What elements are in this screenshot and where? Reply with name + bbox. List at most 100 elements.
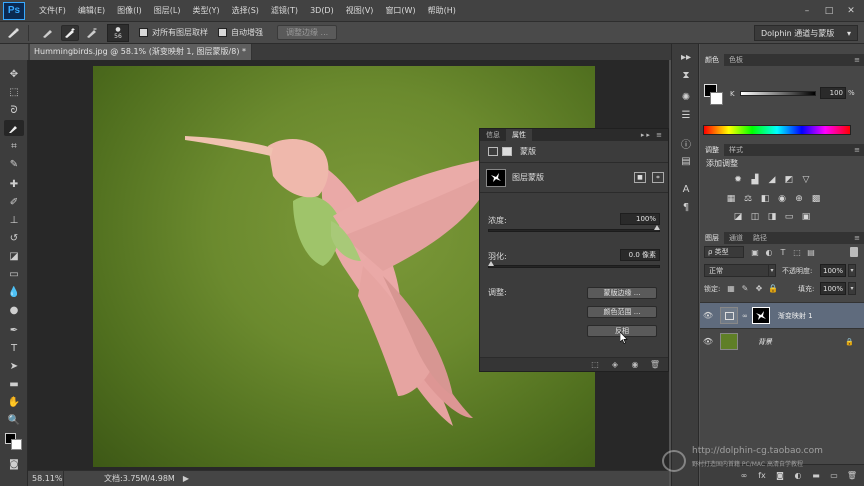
invert-adjustment-icon[interactable]: ◪ <box>732 212 744 222</box>
layer-row-gradient-map[interactable]: 👁 ∞ 渐变映射 1 <box>700 302 864 328</box>
k-channel-input[interactable]: 100 <box>820 87 846 99</box>
document-tab[interactable]: Hummingbirds.jpg @ 58.1% (渐变映射 1, 图层蒙版/8… <box>30 44 252 60</box>
zoom-level[interactable]: 58.11% <box>28 470 64 486</box>
apply-mask-icon[interactable]: ◈ <box>608 360 622 369</box>
new-selection-brush-icon[interactable] <box>39 25 57 41</box>
layer-name[interactable]: 渐变映射 1 <box>778 311 813 321</box>
color-spectrum-bar[interactable] <box>703 125 851 135</box>
quick-selection-tool-icon[interactable] <box>4 120 24 136</box>
hand-tool-icon[interactable]: ✋ <box>4 394 24 410</box>
actions-icon[interactable]: ✺ <box>678 90 694 104</box>
brush-presets-icon[interactable]: ☰ <box>678 108 694 122</box>
visibility-eye-icon[interactable]: 👁 <box>700 311 716 320</box>
healing-brush-tool-icon[interactable]: ✚ <box>4 176 24 192</box>
move-tool-icon[interactable]: ✥ <box>4 66 24 82</box>
menu-window[interactable]: 窗口(W) <box>379 0 421 22</box>
delete-trash-icon[interactable]: 🗑 <box>648 360 662 369</box>
feather-slider[interactable] <box>488 265 660 268</box>
hue-saturation-icon[interactable]: ▦ <box>725 194 737 204</box>
path-selection-tool-icon[interactable]: ➤ <box>4 358 24 374</box>
eyedropper-tool-icon[interactable]: ✎ <box>4 156 24 172</box>
gradient-map-icon[interactable]: ▭ <box>783 212 795 222</box>
density-slider[interactable] <box>488 229 660 232</box>
lock-all-icon[interactable]: 🔒 <box>768 283 778 293</box>
lock-image-icon[interactable]: ✎ <box>740 283 750 293</box>
workspace-switcher[interactable]: Dolphin 通道与蒙版 ▾ <box>754 24 858 41</box>
lasso-tool-icon[interactable]: ᘐ <box>4 102 24 118</box>
filter-shape-icon[interactable]: ⬚ <box>792 247 802 257</box>
chevron-down-icon[interactable]: ▾ <box>848 264 856 277</box>
lock-transparent-icon[interactable]: ▦ <box>726 283 736 293</box>
collapse-icon[interactable]: ▸▸ <box>678 50 694 64</box>
feather-slider-handle[interactable] <box>488 261 494 266</box>
quick-mask-icon[interactable]: ◙ <box>4 456 24 472</box>
k-channel-slider[interactable] <box>740 91 816 96</box>
dodge-tool-icon[interactable]: ● <box>4 302 24 318</box>
menu-select[interactable]: 选择(S) <box>226 0 265 22</box>
eraser-tool-icon[interactable]: ◪ <box>4 248 24 264</box>
chevron-down-icon[interactable]: ▾ <box>848 282 856 295</box>
shape-tool-icon[interactable]: ▬ <box>4 376 24 392</box>
quick-select-preset-icon[interactable] <box>4 25 22 41</box>
menu-view[interactable]: 视图(V) <box>340 0 380 22</box>
opacity-input[interactable]: 100% <box>820 264 846 277</box>
add-to-selection-brush-icon[interactable] <box>61 24 79 41</box>
channel-mixer-icon[interactable]: ⊕ <box>793 194 805 204</box>
marquee-tool-icon[interactable]: ⬚ <box>4 84 24 100</box>
crop-tool-icon[interactable]: ⌗ <box>4 138 24 154</box>
brush-tool-icon[interactable]: ✐ <box>4 194 24 210</box>
paragraph-icon[interactable]: ¶ <box>678 200 694 214</box>
layer-name[interactable]: 背景 <box>758 337 772 347</box>
tab-properties[interactable]: 属性 <box>506 129 532 141</box>
menu-3d[interactable]: 3D(D) <box>304 0 340 22</box>
filter-smart-object-icon[interactable]: ▤ <box>806 247 816 257</box>
brightness-contrast-icon[interactable]: ✹ <box>732 175 744 185</box>
fill-input[interactable]: 100% <box>820 282 846 295</box>
mask-icon[interactable] <box>502 147 512 156</box>
lock-position-icon[interactable]: ✥ <box>754 283 764 293</box>
filter-toggle[interactable] <box>850 247 858 257</box>
link-chain-icon[interactable]: ∞ <box>742 312 748 320</box>
filter-pixel-icon[interactable]: ▣ <box>750 247 760 257</box>
layer-filter-select[interactable]: ρ 类型 <box>704 246 744 258</box>
posterize-icon[interactable]: ◫ <box>749 212 761 222</box>
load-selection-icon[interactable]: ⬚ <box>588 360 602 369</box>
pen-tool-icon[interactable]: ✒ <box>4 322 24 338</box>
clone-stamp-tool-icon[interactable]: ⊥ <box>4 212 24 228</box>
blur-tool-icon[interactable]: 💧 <box>4 284 24 300</box>
add-vector-mask-icon[interactable]: ⌗ <box>652 172 664 183</box>
chevron-down-icon[interactable]: ▾ <box>768 264 776 277</box>
tab-info[interactable]: 信息 <box>480 129 506 141</box>
auto-enhance-checkbox[interactable] <box>218 28 227 37</box>
black-white-icon[interactable]: ◧ <box>759 194 771 204</box>
history-icon[interactable]: ⧗ <box>678 68 694 82</box>
type-tool-icon[interactable]: T <box>4 340 24 356</box>
filter-adjustment-icon[interactable]: ◐ <box>764 247 774 257</box>
menu-edit[interactable]: 编辑(E) <box>72 0 111 22</box>
menu-filter[interactable]: 滤镜(T) <box>265 0 304 22</box>
density-slider-handle[interactable] <box>654 225 660 230</box>
visibility-eye-icon[interactable]: ◉ <box>628 360 642 369</box>
threshold-icon[interactable]: ◨ <box>766 212 778 222</box>
panel-menu-icon[interactable]: ▸▸ ≡ <box>641 131 668 139</box>
background-color-swatch[interactable] <box>710 92 723 105</box>
menu-help[interactable]: 帮助(H) <box>422 0 462 22</box>
curves-icon[interactable]: ◢ <box>766 175 778 185</box>
refine-edge-button[interactable]: 调整边缘 ... <box>277 25 338 40</box>
adjustment-icon[interactable] <box>488 147 498 156</box>
exposure-icon[interactable]: ◩ <box>783 175 795 185</box>
levels-icon[interactable]: ▟ <box>749 175 761 185</box>
selective-color-icon[interactable]: ▣ <box>800 212 812 222</box>
visibility-eye-icon[interactable]: 👁 <box>700 337 716 346</box>
history-brush-tool-icon[interactable]: ↺ <box>4 230 24 246</box>
zoom-tool-icon[interactable]: 🔍 <box>4 412 24 428</box>
blend-mode-select[interactable]: 正常 <box>704 264 776 277</box>
minimize-button[interactable]: – <box>798 4 816 18</box>
menu-image[interactable]: 图像(I) <box>111 0 148 22</box>
character-icon[interactable]: A <box>678 182 694 196</box>
mask-edge-button[interactable]: 蒙版边缘 ... <box>587 287 657 299</box>
density-input[interactable]: 100% <box>620 213 660 225</box>
filter-type-icon[interactable]: T <box>778 247 788 257</box>
gradient-tool-icon[interactable]: ▭ <box>4 266 24 282</box>
menu-layer[interactable]: 图层(L) <box>148 0 187 22</box>
